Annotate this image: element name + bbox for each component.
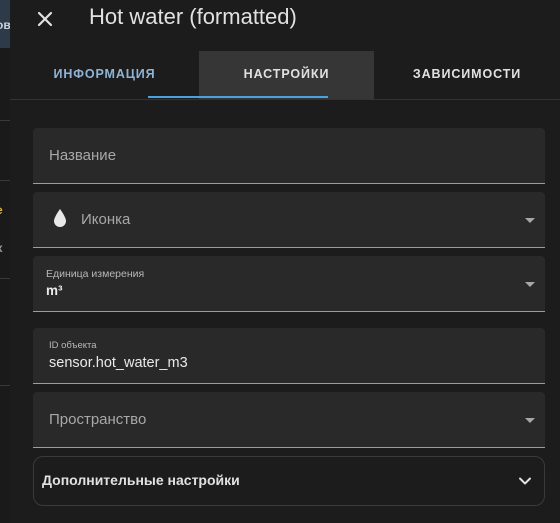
entity-settings-dialog: Hot water (formatted) Информация Настрой… bbox=[10, 0, 560, 523]
background-divider bbox=[0, 278, 10, 279]
advanced-settings-label: Дополнительные настройки bbox=[42, 472, 240, 488]
background-divider bbox=[0, 385, 10, 386]
background-divider bbox=[0, 180, 10, 181]
background-divider bbox=[0, 120, 10, 121]
background-text-fragment: ов bbox=[0, 18, 10, 32]
tab-related[interactable]: Зависимости bbox=[374, 51, 560, 99]
area-select[interactable]: Пространство bbox=[33, 392, 545, 448]
entity-id-value: sensor.hot_water_m3 bbox=[49, 355, 188, 371]
active-tab-indicator bbox=[148, 96, 328, 98]
entity-id-field[interactable]: ID объекта sensor.hot_water_m3 bbox=[33, 328, 545, 384]
name-input[interactable]: Название bbox=[33, 128, 545, 184]
chevron-down-icon bbox=[519, 477, 531, 485]
dialog-header: Hot water (formatted) bbox=[10, 0, 560, 50]
dropdown-arrow-icon bbox=[525, 418, 535, 423]
close-icon bbox=[37, 11, 53, 27]
tab-bar: Информация Настройки Зависимости bbox=[10, 51, 560, 100]
dropdown-arrow-icon bbox=[525, 218, 535, 223]
tab-information[interactable]: Информация bbox=[10, 51, 199, 99]
tab-settings[interactable]: Настройки bbox=[199, 51, 374, 99]
unit-value: m³ bbox=[46, 283, 63, 298]
icon-picker[interactable]: Иконка bbox=[33, 192, 545, 248]
name-placeholder: Название bbox=[49, 147, 117, 164]
unit-label: Единица измерения bbox=[46, 268, 145, 280]
entity-id-label: ID объекта bbox=[49, 340, 97, 351]
background-text-fragment: х bbox=[0, 241, 3, 255]
dialog-title: Hot water (formatted) bbox=[89, 4, 297, 29]
dropdown-arrow-icon bbox=[525, 282, 535, 287]
unit-select[interactable]: Единица измерения m³ bbox=[33, 256, 545, 312]
icon-placeholder: Иконка bbox=[81, 211, 131, 228]
close-button[interactable] bbox=[32, 6, 58, 32]
advanced-settings-expander[interactable]: Дополнительные настройки bbox=[33, 456, 545, 506]
background-text-fragment: е bbox=[0, 203, 3, 217]
background-page: ов е х bbox=[0, 0, 10, 523]
water-drop-icon bbox=[54, 209, 66, 227]
area-placeholder: Пространство bbox=[49, 411, 147, 428]
